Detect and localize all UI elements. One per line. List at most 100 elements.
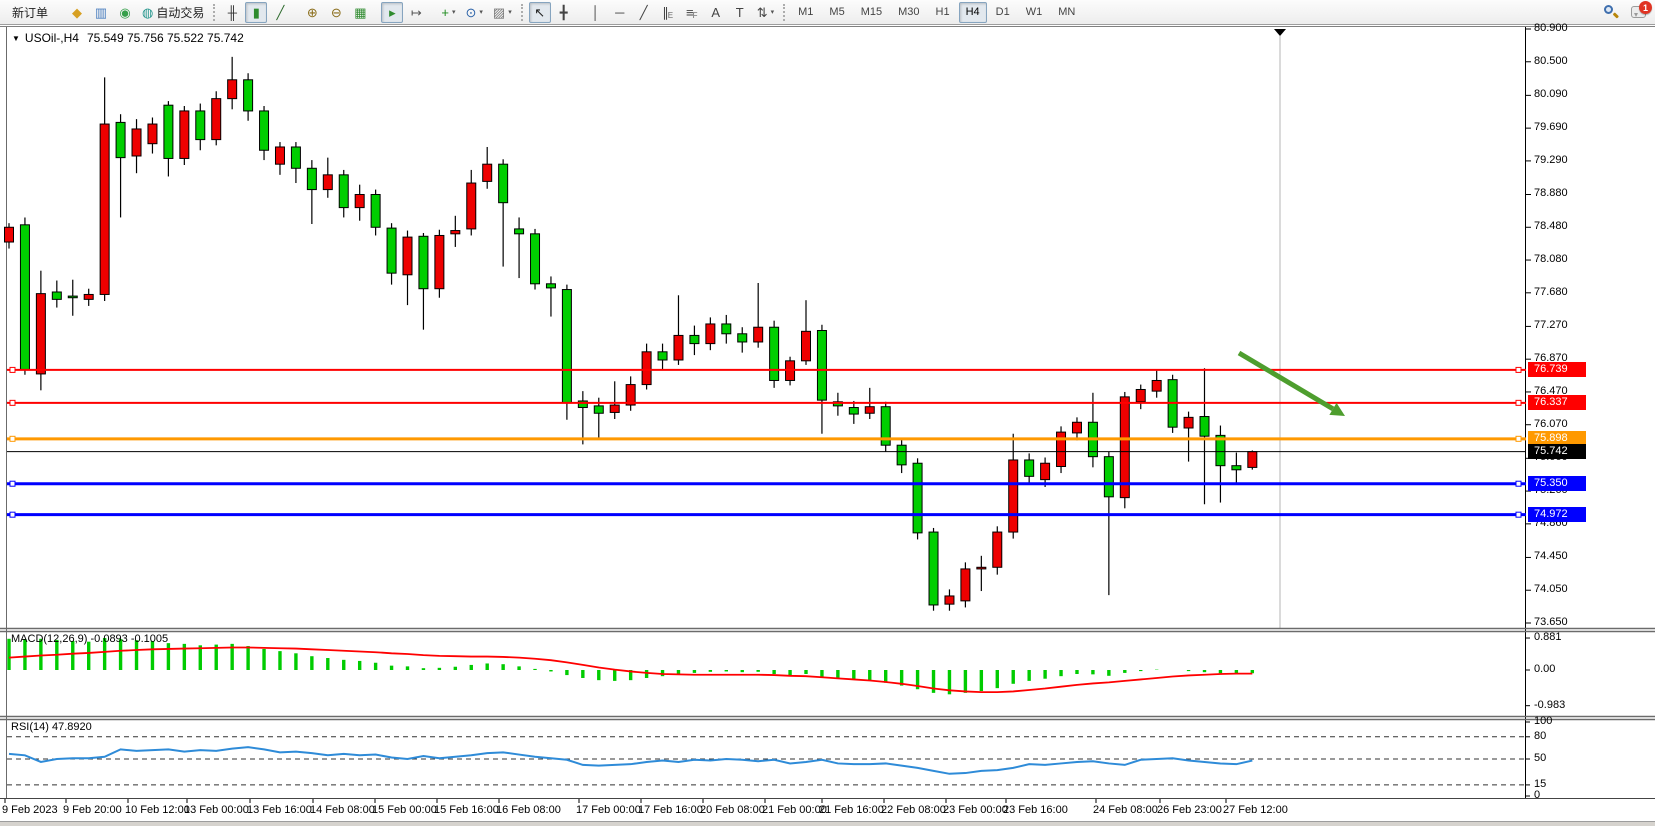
candle-body (228, 80, 237, 99)
price-tick-label: 80.090 (1534, 88, 1568, 100)
candle-body (52, 292, 61, 299)
rsi-axis-label: 0 (1534, 789, 1540, 801)
candle-body (913, 463, 922, 533)
candle-body (738, 334, 747, 342)
candle-body (546, 284, 555, 288)
candle-body (531, 234, 540, 284)
candle-body (865, 407, 874, 414)
candle-body (977, 567, 986, 569)
candle-body (1041, 463, 1050, 479)
candle-body (945, 596, 954, 604)
time-axis-label: 9 Feb 20:00 (63, 804, 122, 816)
candle-body (642, 352, 651, 385)
macd-pane-title: MACD(12,26,9) -0.0893 -0.1005 (11, 633, 168, 645)
time-axis-label: 17 Feb 16:00 (638, 804, 703, 816)
candle-body (1152, 380, 1161, 391)
candle-body (1232, 466, 1241, 470)
chart-header[interactable]: ▼USOil-,H475.549 75.756 75.522 75.742 (12, 31, 244, 45)
time-axis-label: 13 Feb 16:00 (247, 804, 312, 816)
time-axis-label: 14 Feb 08:00 (310, 804, 375, 816)
candle-body (196, 111, 205, 140)
price-tick-label: 78.480 (1534, 220, 1568, 232)
price-tick-label: 80.500 (1534, 55, 1568, 67)
time-axis-label: 16 Feb 08:00 (496, 804, 561, 816)
price-tick-label: 78.880 (1534, 187, 1568, 199)
line-handle-right (1516, 400, 1521, 405)
candle-body (275, 147, 284, 164)
price-tick-label: 73.650 (1534, 616, 1568, 628)
price-tick-label: 74.450 (1534, 550, 1568, 562)
candle-body (419, 236, 428, 288)
rsi-line (9, 747, 1252, 774)
price-tick-label: 77.680 (1534, 286, 1568, 298)
candle-body (483, 164, 492, 181)
candle-body (961, 569, 970, 601)
price-tick-label: 74.050 (1534, 583, 1568, 595)
candle-body (100, 124, 109, 294)
candle-body (849, 408, 858, 415)
macd-axis-label: 0.00 (1534, 663, 1555, 675)
candle-body (1200, 417, 1209, 437)
candle-body (1184, 417, 1193, 428)
rsi-axis-label: 80 (1534, 730, 1546, 742)
time-axis-label: 22 Feb 08:00 (881, 804, 946, 816)
candle-body (20, 225, 29, 370)
chevron-down-icon[interactable]: ▼ (12, 34, 20, 43)
price-line-badge-76.337: 76.337 (1528, 395, 1586, 410)
price-line-badge-75.350: 75.350 (1528, 476, 1586, 491)
candle-body (817, 331, 826, 401)
candle-body (5, 227, 14, 242)
candle-body (180, 111, 189, 159)
time-axis-label: 23 Feb 16:00 (1003, 804, 1068, 816)
trend-arrow-line (1239, 353, 1333, 409)
time-axis-label: 27 Feb 12:00 (1223, 804, 1288, 816)
chart-canvas[interactable] (0, 0, 1655, 826)
candle-body (244, 80, 253, 111)
candle-body (323, 175, 332, 190)
rsi-pane-title: RSI(14) 47.8920 (11, 721, 92, 733)
time-axis-label: 21 Feb 00:00 (762, 804, 827, 816)
price-tick-label: 79.690 (1534, 121, 1568, 133)
line-handle-right (1516, 512, 1521, 517)
time-axis-label: 10 Feb 12:00 (125, 804, 190, 816)
time-axis-label: 13 Feb 00:00 (184, 804, 249, 816)
line-handle-left (10, 436, 15, 441)
candle-body (1057, 432, 1066, 466)
candle-body (148, 124, 157, 144)
time-axis-label: 21 Feb 16:00 (819, 804, 884, 816)
candle-body (1009, 460, 1018, 532)
price-tick-label: 80.900 (1534, 22, 1568, 34)
line-handle-left (10, 367, 15, 372)
price-tick-label: 78.080 (1534, 253, 1568, 265)
candle-body (371, 194, 380, 227)
candle-body (929, 532, 938, 605)
candle-body (993, 532, 1002, 567)
time-axis-label: 24 Feb 08:00 (1093, 804, 1158, 816)
candle-body (307, 168, 316, 189)
candle-body (164, 105, 173, 158)
time-axis-label: 23 Feb 00:00 (943, 804, 1008, 816)
line-handle-left (10, 400, 15, 405)
candle-body (1025, 460, 1034, 476)
time-axis-label: 20 Feb 08:00 (700, 804, 765, 816)
macd-signal-line (9, 647, 1252, 692)
candle-body (212, 99, 221, 140)
candle-body (897, 445, 906, 465)
candle-body (754, 327, 763, 342)
time-axis-label: 17 Feb 00:00 (576, 804, 641, 816)
candle-body (499, 164, 508, 203)
candle-body (451, 231, 460, 234)
price-line-badge-75.742: 75.742 (1528, 444, 1586, 459)
candle-body (610, 405, 619, 412)
trading-terminal-window: { "toolbar": { "new_order_label": "新订单",… (0, 0, 1655, 826)
candle-body (594, 406, 603, 413)
ohlc-values: 75.549 75.756 75.522 75.742 (87, 31, 244, 45)
candle-body (690, 335, 699, 343)
candle-body (562, 290, 571, 403)
macd-axis-label: 0.881 (1534, 631, 1562, 643)
candle-body (260, 111, 269, 150)
status-strip (0, 821, 1655, 826)
candle-body (116, 122, 125, 157)
candle-body (674, 335, 683, 360)
candle-body (339, 175, 348, 208)
